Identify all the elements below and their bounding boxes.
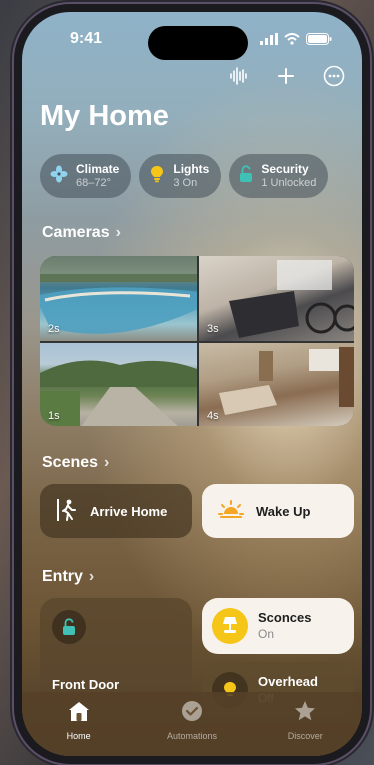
camera-age: 2s bbox=[48, 323, 60, 335]
accessory-name: Sconces bbox=[258, 610, 312, 625]
scene-wake-up[interactable]: Wake Up bbox=[202, 484, 354, 538]
entry-heading-label: Entry bbox=[42, 568, 83, 585]
phone-frame: 9:41 My Home Climate 68–72° Lights 3 On … bbox=[14, 4, 370, 764]
camera-feed-driveway[interactable]: 1s bbox=[40, 343, 197, 426]
chip-sub: 3 On bbox=[173, 177, 198, 189]
chevron-right-icon: › bbox=[104, 454, 110, 471]
sconce-lamp-icon bbox=[212, 608, 248, 644]
tab-home[interactable]: Home bbox=[34, 700, 124, 741]
tab-label: Discover bbox=[287, 731, 323, 741]
fan-icon bbox=[50, 165, 68, 188]
accessory-sconces[interactable]: Sconces On bbox=[202, 598, 354, 654]
camera-feed-garage[interactable]: 3s bbox=[199, 256, 354, 341]
chip-security[interactable]: Security 1 Unlocked bbox=[229, 154, 329, 198]
wifi-icon bbox=[284, 32, 300, 50]
scene-label: Arrive Home bbox=[90, 503, 168, 519]
house-icon bbox=[67, 700, 91, 727]
signal-icon bbox=[260, 32, 278, 50]
accessory-name: Overhead bbox=[258, 674, 318, 689]
tab-label: Home bbox=[66, 731, 91, 741]
star-icon bbox=[293, 700, 317, 727]
chevron-right-icon: › bbox=[115, 224, 121, 241]
camera-age: 4s bbox=[207, 410, 219, 422]
accessory-state: On bbox=[258, 627, 275, 641]
walk-in-icon bbox=[56, 498, 78, 525]
tab-automations[interactable]: Automations bbox=[147, 700, 237, 741]
sunrise-icon bbox=[218, 499, 244, 523]
cameras-heading[interactable]: Cameras › bbox=[42, 224, 121, 242]
cameras-heading-label: Cameras bbox=[42, 224, 110, 241]
lock-icon bbox=[52, 610, 86, 644]
chevron-right-icon: › bbox=[88, 568, 95, 585]
status-icons bbox=[260, 32, 332, 50]
header-toolbar bbox=[226, 64, 346, 88]
chip-label: Climate bbox=[76, 162, 120, 176]
chip-label: Security bbox=[261, 162, 309, 176]
scene-label: Wake Up bbox=[256, 503, 311, 519]
camera-feed-living-room[interactable]: 4s bbox=[199, 343, 354, 426]
chip-sub: 68–72° bbox=[76, 177, 111, 189]
entry-heading[interactable]: Entry › bbox=[42, 568, 94, 586]
camera-age: 1s bbox=[48, 410, 60, 422]
dynamic-island bbox=[148, 26, 248, 60]
camera-age: 3s bbox=[207, 323, 219, 335]
lightbulb-icon bbox=[149, 165, 165, 188]
battery-icon bbox=[306, 32, 332, 50]
chip-sub: 1 Unlocked bbox=[261, 177, 317, 189]
status-time: 9:41 bbox=[70, 30, 103, 47]
accessory-front-door[interactable]: Front Door bbox=[40, 598, 192, 702]
category-chips: Climate 68–72° Lights 3 On Security 1 Un… bbox=[40, 154, 329, 198]
camera-grid: 2s 3s 1s 4s bbox=[40, 256, 354, 426]
camera-feed-pool[interactable]: 2s bbox=[40, 256, 197, 341]
accessory-name: Front Door bbox=[52, 677, 120, 692]
tab-discover[interactable]: Discover bbox=[260, 700, 350, 741]
more-icon[interactable] bbox=[322, 64, 346, 88]
chip-label: Lights bbox=[173, 162, 210, 176]
clock-check-icon bbox=[180, 700, 204, 727]
lock-icon bbox=[239, 164, 253, 188]
scene-arrive-home[interactable]: Arrive Home bbox=[40, 484, 192, 538]
scenes-heading-label: Scenes bbox=[42, 454, 99, 471]
tab-label: Automations bbox=[166, 731, 217, 741]
add-icon[interactable] bbox=[274, 64, 298, 88]
tab-bar: Home Automations Discover bbox=[22, 692, 362, 756]
intercom-waveform-icon[interactable] bbox=[226, 64, 250, 88]
scenes-heading[interactable]: Scenes › bbox=[42, 454, 109, 472]
chip-climate[interactable]: Climate 68–72° bbox=[40, 154, 132, 198]
home-screen: 9:41 My Home Climate 68–72° Lights 3 On … bbox=[22, 12, 362, 756]
page-title: My Home bbox=[40, 100, 169, 132]
chip-lights[interactable]: Lights 3 On bbox=[139, 154, 222, 198]
